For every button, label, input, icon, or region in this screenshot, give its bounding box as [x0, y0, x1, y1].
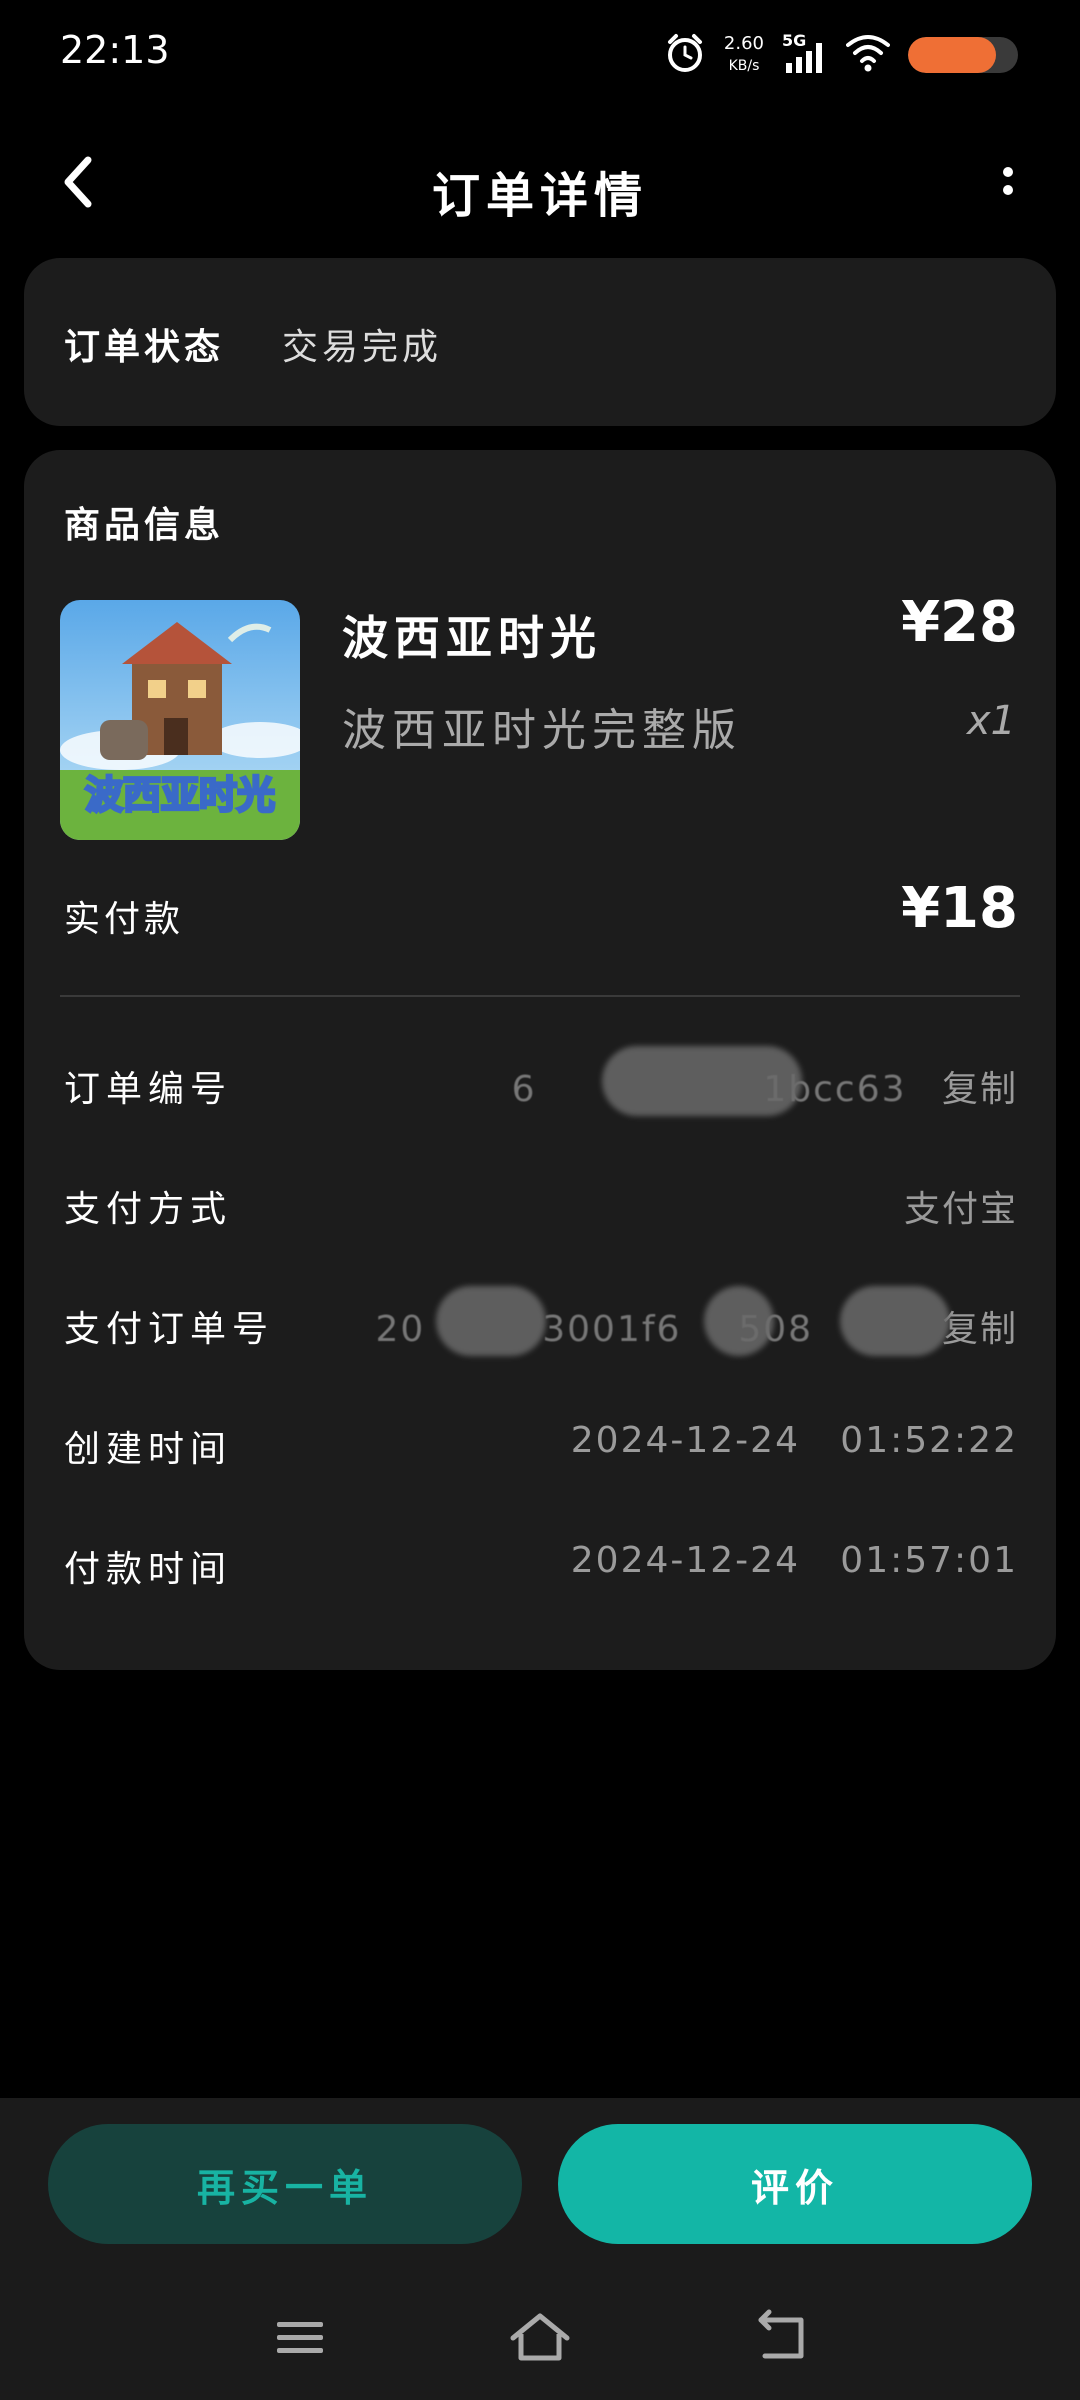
pay-method-row: 支付方式 支付宝	[64, 1180, 1018, 1240]
copy-pay-order-number-button[interactable]: 复制	[942, 1309, 1018, 1350]
divider	[60, 995, 1020, 997]
created-time-value: 2024-12-24 01:52:22	[570, 1420, 1018, 1461]
net-speed-value: 2.60	[723, 33, 764, 54]
paid-amount-label: 实付款	[64, 899, 185, 940]
pay-method-value: 支付宝	[903, 1189, 1018, 1230]
pay-order-number-label: 支付订单号	[64, 1309, 275, 1350]
product-info-card: 商品信息 波西亚时光 波西亚时光 ¥28 波西亚时光完整版 x1 实付款 ¥18…	[24, 450, 1056, 1670]
thumb-logo-text: 波西亚时光	[85, 773, 275, 817]
order-status-label: 订单状态	[64, 327, 225, 368]
status-time: 22:13	[60, 28, 170, 72]
signal-icon: 5G	[782, 31, 828, 77]
wifi-icon	[846, 33, 890, 77]
pay-order-number-row: 支付订单号 20 3001f6 508 复制	[64, 1286, 1018, 1360]
home-icon[interactable]	[505, 2308, 575, 2368]
order-number-label: 订单编号	[64, 1069, 233, 1110]
created-time-row: 创建时间 2024-12-24 01:52:22	[64, 1420, 1018, 1480]
page-title: 订单详情	[431, 168, 648, 224]
product-quantity: x1	[966, 698, 1016, 744]
rebuy-button[interactable]: 再买一单	[48, 2124, 522, 2244]
net-speed: 2.60 KB/s	[724, 33, 764, 77]
order-number-row: 订单编号 6 1bcc63 复制	[64, 1046, 1018, 1120]
redaction-mark	[840, 1286, 950, 1356]
more-vertical-icon[interactable]	[978, 152, 1038, 212]
product-name[interactable]: 波西亚时光	[342, 602, 602, 668]
pay-order-number-prefix: 20	[375, 1309, 426, 1350]
pay-method-label: 支付方式	[64, 1189, 233, 1230]
section-title: 商品信息	[64, 505, 225, 546]
order-status-card: 订单状态 交易完成	[24, 258, 1056, 426]
status-icons: 2.60 KB/s 5G	[664, 30, 1018, 80]
status-bar: 22:13 2.60 KB/s 5G	[0, 0, 1080, 100]
top-bar: 订单详情	[0, 130, 1080, 240]
net-speed-unit: KB/s	[728, 58, 760, 74]
redaction-mark	[602, 1046, 802, 1116]
back-icon[interactable]	[745, 2308, 815, 2368]
pay-order-number-middle: 3001f6	[542, 1309, 682, 1350]
order-status-value: 交易完成	[282, 327, 443, 368]
redaction-mark	[704, 1286, 774, 1356]
created-time-label: 创建时间	[64, 1429, 233, 1470]
menu-icon[interactable]	[265, 2308, 335, 2368]
product-thumbnail[interactable]: 波西亚时光	[60, 600, 300, 840]
review-button[interactable]: 评价	[558, 2124, 1032, 2244]
order-number-prefix: 6	[511, 1069, 537, 1110]
product-price: ¥28	[901, 590, 1018, 655]
battery-fill	[908, 37, 996, 73]
paid-amount-value: ¥18	[901, 876, 1018, 941]
battery-icon	[908, 37, 1018, 73]
alarm-icon	[664, 32, 706, 78]
copy-order-number-button[interactable]: 复制	[942, 1069, 1018, 1110]
product-variant: 波西亚时光完整版	[342, 705, 742, 756]
paid-time-label: 付款时间	[64, 1549, 233, 1590]
system-nav-bar	[0, 2298, 1080, 2378]
paid-time-value: 2024-12-24 01:57:01	[570, 1540, 1018, 1581]
bottom-action-bar: 再买一单 评价	[0, 2098, 1080, 2400]
redaction-mark	[436, 1286, 546, 1356]
paid-time-row: 付款时间 2024-12-24 01:57:01	[64, 1540, 1018, 1600]
